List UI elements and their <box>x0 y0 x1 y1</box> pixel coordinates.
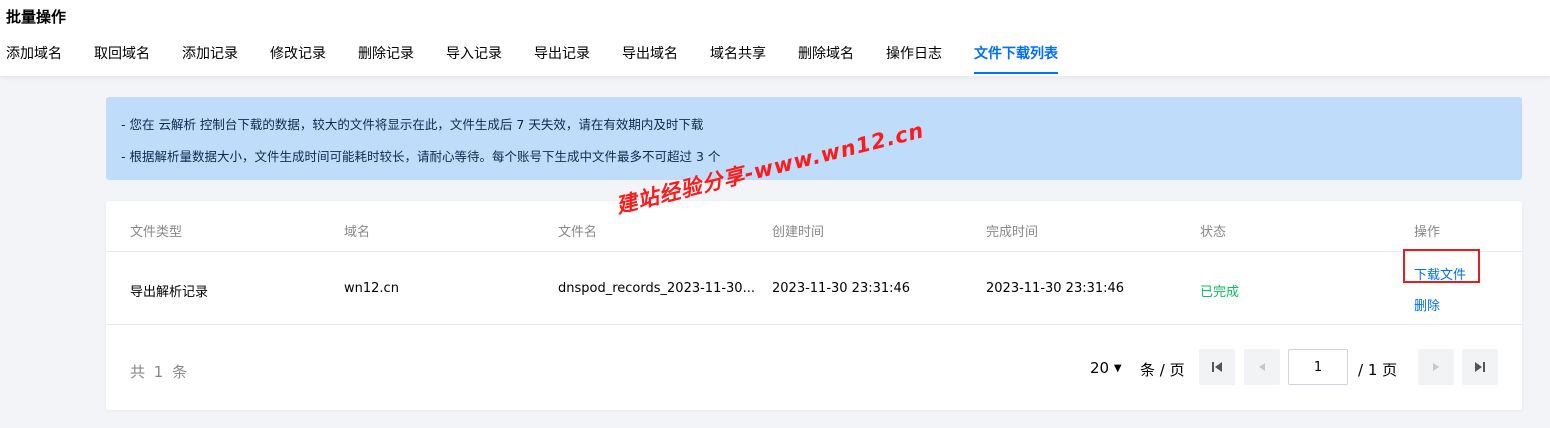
page-size-value: 20 <box>1090 359 1110 377</box>
cell-filename: dnspod_records_2023-11-30... <box>558 281 755 296</box>
cell-file-type: 导出解析记录 <box>130 285 209 300</box>
cell-created-time: 2023-11-30 23:31:46 <box>772 281 911 296</box>
tab-import-record[interactable]: 导入记录 <box>446 44 502 74</box>
first-page-icon <box>1212 362 1222 372</box>
tab-retrieve-domain[interactable]: 取回域名 <box>94 44 150 74</box>
column-header-domain: 域名 <box>344 225 371 240</box>
tab-add-record[interactable]: 添加记录 <box>182 44 238 74</box>
cell-finished-time: 2023-11-30 23:31:46 <box>986 281 1125 296</box>
tab-delete-domain[interactable]: 删除域名 <box>798 44 854 74</box>
download-file-link[interactable]: 下载文件 <box>1414 264 1466 283</box>
tab-domain-share[interactable]: 域名共享 <box>710 44 766 74</box>
notice-line-1: - 您在 云解析 控制台下载的数据，较大的文件将显示在此，文件生成后 7 天失效… <box>121 117 704 132</box>
column-header-finished: 完成时间 <box>986 225 1039 240</box>
last-page-button[interactable] <box>1462 349 1498 385</box>
column-header-filename: 文件名 <box>558 225 598 240</box>
total-count: 共 1 条 <box>130 363 190 381</box>
prev-page-icon <box>1259 363 1265 371</box>
page-size-select[interactable]: 20 ▼ <box>1090 359 1122 377</box>
last-page-icon <box>1475 362 1485 372</box>
tab-delete-record[interactable]: 删除记录 <box>358 44 414 74</box>
top-bar: 批量操作 添加域名 取回域名 添加记录 修改记录 删除记录 导入记录 导出记录 … <box>0 0 1550 76</box>
tab-modify-record[interactable]: 修改记录 <box>270 44 326 74</box>
tab-export-record[interactable]: 导出记录 <box>534 44 590 74</box>
tab-export-domain[interactable]: 导出域名 <box>622 44 678 74</box>
cell-domain: wn12.cn <box>344 281 399 296</box>
status-badge: 已完成 <box>1200 285 1240 300</box>
download-table-card: 文件类型 域名 文件名 创建时间 完成时间 状态 操作 导出解析记录 wn12.… <box>106 201 1522 410</box>
next-page-button[interactable] <box>1418 349 1454 385</box>
first-page-button[interactable] <box>1199 349 1235 385</box>
notice-line-2: - 根据解析量数据大小，文件生成时间可能耗时较长，请耐心等待。每个账号下生成中文… <box>121 149 721 164</box>
column-header-status: 状态 <box>1200 225 1227 240</box>
column-header-created: 创建时间 <box>772 225 825 240</box>
row-divider <box>106 324 1522 325</box>
page-size-unit: 条 / 页 <box>1140 361 1185 379</box>
next-page-icon <box>1433 363 1439 371</box>
tab-operation-log[interactable]: 操作日志 <box>886 44 942 74</box>
header-divider <box>106 251 1522 252</box>
delete-link[interactable]: 删除 <box>1414 295 1440 314</box>
total-pages: / 1 页 <box>1358 361 1398 379</box>
tab-file-download-list[interactable]: 文件下载列表 <box>974 44 1058 74</box>
column-header-actions: 操作 <box>1414 225 1441 240</box>
prev-page-button[interactable] <box>1244 349 1280 385</box>
column-header-file-type: 文件类型 <box>130 225 183 240</box>
caret-down-icon: ▼ <box>1113 363 1122 374</box>
tab-add-domain[interactable]: 添加域名 <box>6 44 62 74</box>
page-number-input[interactable] <box>1288 349 1348 385</box>
page-title: 批量操作 <box>6 8 67 26</box>
